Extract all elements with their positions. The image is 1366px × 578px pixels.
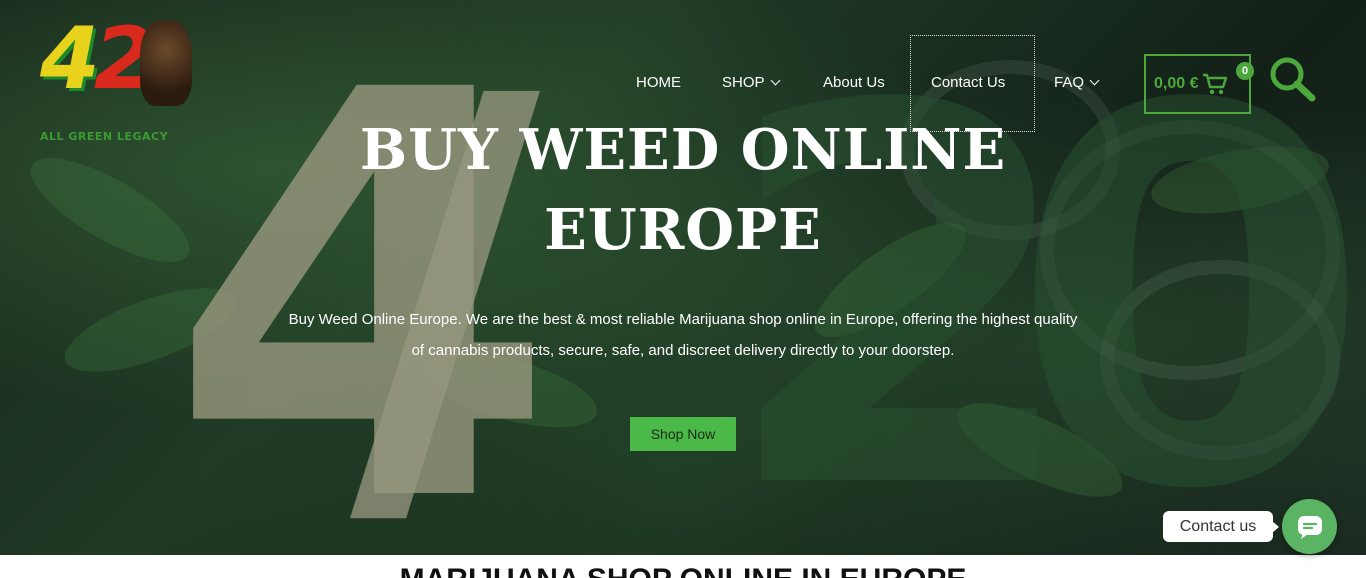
nav-item-home[interactable]: HOME [636,74,681,91]
chat-icon [1297,515,1322,539]
contact-chat-button[interactable] [1282,499,1337,554]
cart-icon [1203,73,1228,95]
background-slash: / [350,0,540,555]
hero-headline: BUY WEED ONLINE EUROPE [0,110,1366,270]
hero-headline-line-1: BUY WEED ONLINE [359,117,1007,183]
nav-item-shop[interactable]: SHOP [722,74,780,91]
search-icon[interactable] [1268,56,1316,102]
cart-button[interactable]: 0,00 € [1144,54,1251,114]
chevron-down-icon [770,75,780,86]
chevron-down-icon [1089,75,1100,86]
logo-mark: 42 [40,9,154,109]
section-title: MARIJUANA SHOP ONLINE IN EUROPE [0,560,1366,578]
hero-headline-line-2: EUROPE [544,197,822,263]
nav-item-about-us[interactable]: About Us [823,74,885,91]
contact-us-label[interactable]: Contact us [1163,511,1279,542]
nav-item-faq[interactable]: FAQ [1054,74,1100,91]
logo-portrait [140,20,192,106]
hero-description: Buy Weed Online Europe. We are the best … [288,311,1078,359]
cart-count-badge: 0 [1236,62,1254,80]
shop-now-button[interactable]: Shop Now [630,417,736,451]
cart-total: 0,00 € [1154,75,1199,92]
